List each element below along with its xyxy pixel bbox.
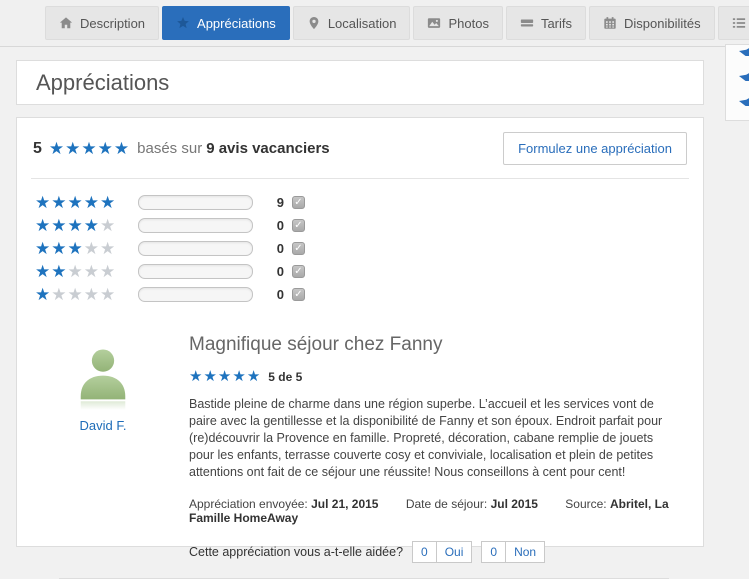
title-panel: Appréciations <box>16 60 704 105</box>
tab-label: Photos <box>448 16 488 31</box>
tab-label: Localisation <box>328 16 397 31</box>
rating-count: 0 <box>270 241 284 256</box>
tab-label: Disponibilités <box>624 16 701 31</box>
review-sent-date: Appréciation envoyée: Jul 21, 2015 <box>189 497 378 511</box>
home-icon <box>59 16 73 30</box>
reviews-panel: 5 ★★★★★ basés sur 9 avis vacanciers Form… <box>16 117 704 547</box>
review-rating-line: ★★★★★ 5 de 5 <box>189 369 681 384</box>
star-rating: ★★★★★ <box>35 240 129 257</box>
rating-count: 0 <box>270 264 284 279</box>
helpful-question: Cette appréciation vous a-t-elle aidée? <box>189 545 403 559</box>
list-icon <box>732 16 746 30</box>
reviewer-name[interactable]: David F. <box>55 418 151 433</box>
section-tabbar: Description Appréciations Localisation P… <box>0 0 749 47</box>
breakdown-row-1-star: ★★★★★ 0 ✓ <box>35 286 703 303</box>
vote-yes-group: 0 Oui <box>412 541 472 563</box>
review-title: Magnifique séjour chez Fanny <box>189 334 681 356</box>
tab-tarifs[interactable]: Tarifs <box>506 6 586 40</box>
vote-no-button[interactable]: Non <box>505 541 545 563</box>
breakdown-row-4-stars: ★★★★★ 0 ✓ <box>35 217 703 234</box>
photo-icon <box>427 16 441 30</box>
review-meta: Appréciation envoyée: Jul 21, 2015 Date … <box>189 497 681 525</box>
breakdown-row-3-stars: ★★★★★ 0 ✓ <box>35 240 703 257</box>
tab-label: Tarifs <box>541 16 572 31</box>
rating-count: 0 <box>270 287 284 302</box>
star-rating: ★★★★★ <box>49 140 130 157</box>
vote-no-group: 0 Non <box>481 541 545 563</box>
chevron-icon[interactable] <box>739 47 749 56</box>
tab-label: Appréciations <box>197 16 276 31</box>
page-title: Appréciations <box>17 70 169 96</box>
tab-photos[interactable]: Photos <box>413 6 502 40</box>
tab-localisation[interactable]: Localisation <box>293 6 411 40</box>
tab-equipements[interactable]: Équipements <box>718 6 749 40</box>
helpful-row: Cette appréciation vous a-t-elle aidée? … <box>189 541 681 563</box>
chevron-icon[interactable] <box>739 72 749 81</box>
rating-breakdown: ★★★★★ 9 ✓ ★★★★★ 0 ✓ ★★★★★ 0 ✓ ★★★★★ 0 ✓ … <box>17 179 703 303</box>
avatar <box>55 346 151 412</box>
star-rating: ★★★★★ <box>189 369 261 384</box>
rating-count: 9 <box>270 195 284 210</box>
star-rating: ★★★★★ <box>35 263 129 280</box>
review-count-text: 9 avis vacanciers <box>206 140 329 157</box>
based-on-text: basés sur <box>137 140 202 157</box>
filter-checkbox[interactable]: ✓ <box>292 288 305 301</box>
vote-yes-count: 0 <box>412 541 437 563</box>
rating-bar-track <box>138 218 253 233</box>
breakdown-row-5-stars: ★★★★★ 9 ✓ <box>35 194 703 211</box>
tab-disponibilites[interactable]: Disponibilités <box>589 6 715 40</box>
breakdown-row-2-stars: ★★★★★ 0 ✓ <box>35 263 703 280</box>
review-score: 5 de 5 <box>268 370 302 384</box>
tab-description[interactable]: Description <box>45 6 159 40</box>
review-content: Magnifique séjour chez Fanny ★★★★★ 5 de … <box>189 334 689 579</box>
tab-appreciations[interactable]: Appréciations <box>162 6 290 40</box>
star-rating: ★★★★★ <box>35 286 129 303</box>
filter-checkbox[interactable]: ✓ <box>292 265 305 278</box>
tab-label: Description <box>80 16 145 31</box>
rating-bar-track <box>138 287 253 302</box>
reviewer-column: David F. <box>55 334 151 579</box>
map-pin-icon <box>307 16 321 30</box>
rating-bar-track <box>138 195 253 210</box>
vote-yes-button[interactable]: Oui <box>436 541 473 563</box>
review-body: Bastide pleine de charme dans une région… <box>189 396 681 481</box>
star-icon <box>176 16 190 30</box>
rating-count: 0 <box>270 218 284 233</box>
chevron-icon[interactable] <box>739 97 749 106</box>
rating-summary: 5 ★★★★★ basés sur 9 avis vacanciers <box>33 140 330 158</box>
filter-checkbox[interactable]: ✓ <box>292 242 305 255</box>
star-rating: ★★★★★ <box>35 217 129 234</box>
review-stay-date: Date de séjour: Jul 2015 <box>406 497 538 511</box>
rating-bar-track <box>138 264 253 279</box>
star-rating: ★★★★★ <box>35 194 129 211</box>
calendar-icon <box>603 16 617 30</box>
filter-checkbox[interactable]: ✓ <box>292 219 305 232</box>
share-panel <box>725 44 749 121</box>
rating-summary-row: 5 ★★★★★ basés sur 9 avis vacanciers Form… <box>31 118 689 179</box>
rating-bar-track <box>138 241 253 256</box>
vote-no-count: 0 <box>481 541 506 563</box>
filter-checkbox[interactable]: ✓ <box>292 196 305 209</box>
average-rating: 5 <box>33 140 42 158</box>
card-icon <box>520 16 534 30</box>
review-item: David F. Magnifique séjour chez Fanny ★★… <box>17 309 703 579</box>
write-review-button[interactable]: Formulez une appréciation <box>503 132 687 165</box>
